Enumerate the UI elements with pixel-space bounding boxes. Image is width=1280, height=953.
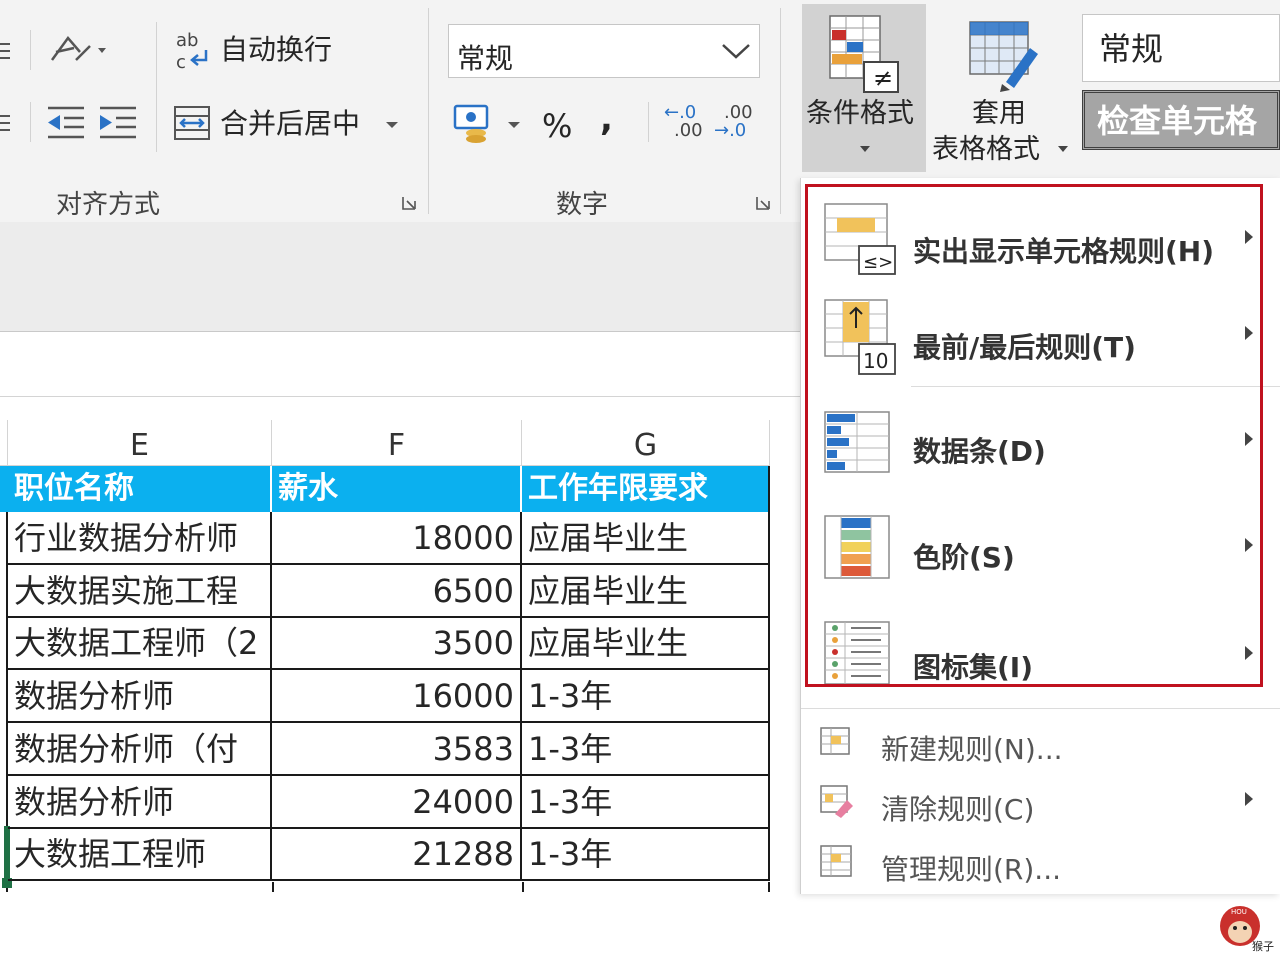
- chevron-down-icon[interactable]: [721, 43, 751, 61]
- highlight-annotation-box: [805, 184, 1263, 687]
- cell-years[interactable]: 应届毕业生: [522, 564, 770, 618]
- column-header-f[interactable]: F: [272, 420, 522, 466]
- cell-salary[interactable]: 16000: [272, 670, 522, 724]
- menu-item-new-rule[interactable]: 新建规则(N)...: [801, 714, 1280, 772]
- separator: [648, 102, 649, 142]
- chevron-down-icon: [860, 146, 870, 152]
- formula-bar[interactable]: [0, 333, 810, 397]
- cell-salary[interactable]: 3583: [272, 722, 522, 776]
- cell-years[interactable]: 1-3年: [522, 775, 770, 829]
- manage-rules-icon: [820, 845, 852, 877]
- column-header-g[interactable]: G: [522, 420, 770, 466]
- header-cell-years[interactable]: 工作年限要求: [522, 466, 770, 512]
- header-cell-partial[interactable]: [0, 466, 8, 512]
- cell-salary[interactable]: 6500: [272, 564, 522, 618]
- cell-salary[interactable]: 18000: [272, 512, 522, 565]
- cell-style-check-cell-label: 检查单元格: [1097, 102, 1258, 140]
- format-as-table-icon: [969, 21, 1038, 92]
- menu-item-manage-rules[interactable]: 管理规则(R)...: [801, 834, 1280, 892]
- separator: [30, 30, 31, 70]
- grid-spacer: [0, 398, 810, 420]
- cell-style-normal[interactable]: 常规: [1082, 14, 1280, 82]
- cell-years[interactable]: 1-3年: [522, 670, 770, 724]
- align-left-icon[interactable]: [0, 40, 14, 64]
- conditional-formatting-button[interactable]: ≠ 条件格式: [802, 4, 926, 172]
- menu-item-new-rule-label: 新建规则(N)...: [881, 733, 1063, 766]
- group-separator: [780, 8, 781, 214]
- increase-indent-icon[interactable]: [96, 104, 142, 142]
- text-orientation-icon[interactable]: [44, 30, 110, 70]
- submenu-arrow-icon: [1245, 792, 1253, 806]
- watermark-text: 猴子: [1252, 940, 1274, 953]
- wrap-text-button[interactable]: 自动换行: [220, 36, 332, 64]
- chevron-down-icon[interactable]: [384, 120, 400, 130]
- cell-years[interactable]: 1-3年: [522, 828, 770, 882]
- watermark-logo: HOU 猴子: [1216, 900, 1276, 953]
- cell-years[interactable]: 1-3年: [522, 722, 770, 776]
- menu-item-manage-rules-label: 管理规则(R)...: [881, 853, 1062, 886]
- ribbon-collapsed-area: [0, 222, 810, 332]
- svg-text:HOU: HOU: [1231, 908, 1247, 916]
- cell-title[interactable]: 大数据实施工程: [8, 564, 272, 618]
- wrap-text-icon: ab c: [176, 30, 208, 72]
- chevron-down-icon: [1058, 146, 1068, 152]
- cell-title[interactable]: 大数据工程师（2: [8, 617, 272, 671]
- percent-button[interactable]: %: [542, 110, 572, 142]
- format-as-table-label-line1: 套用: [972, 98, 1026, 129]
- accounting-format-icon[interactable]: [452, 102, 498, 146]
- cell-title[interactable]: 数据分析师: [8, 775, 272, 829]
- cell-title[interactable]: 数据分析师（付: [8, 722, 272, 776]
- dialog-launcher-icon[interactable]: [756, 196, 770, 210]
- cell-salary[interactable]: 3500: [272, 617, 522, 671]
- number-group-label: 数字: [556, 190, 609, 220]
- merge-center-icon: [174, 106, 210, 140]
- cell-style-check-cell[interactable]: 检查单元格: [1082, 90, 1280, 150]
- chevron-down-icon[interactable]: [506, 120, 522, 130]
- decrease-decimal-bottom: →.0: [714, 120, 747, 141]
- header-cell-salary[interactable]: 薪水: [272, 466, 522, 512]
- cell-years[interactable]: 应届毕业生: [522, 617, 770, 671]
- clear-rules-icon: [820, 785, 853, 818]
- conditional-formatting-icon: ≠: [829, 15, 899, 93]
- separator: [156, 22, 157, 152]
- menu-separator: [801, 708, 1280, 709]
- merge-center-button[interactable]: 合并后居中: [220, 110, 360, 138]
- cell-title[interactable]: 大数据工程师: [8, 828, 272, 882]
- number-format-dropdown[interactable]: 常规: [448, 24, 760, 78]
- dialog-launcher-icon[interactable]: [402, 196, 416, 210]
- cell-style-normal-label: 常规: [1099, 30, 1164, 68]
- new-rule-icon: [820, 727, 850, 755]
- cell-salary[interactable]: 21288: [272, 828, 522, 882]
- format-as-table-label-line2: 表格格式: [932, 134, 1040, 165]
- separator: [30, 102, 31, 142]
- align-justify-icon[interactable]: [0, 112, 14, 136]
- partial-row: [8, 882, 770, 892]
- alignment-group-label: 对齐方式: [56, 190, 161, 220]
- excel-window: ab c 自动换行 合并后居中 对齐方式 常规 % , ←.0 .00 .00 …: [0, 0, 1280, 953]
- column-header-e[interactable]: E: [8, 420, 272, 466]
- number-format-value: 常规: [457, 42, 514, 75]
- decrease-indent-icon[interactable]: [44, 104, 90, 142]
- svg-text:ab: ab: [176, 30, 198, 51]
- column-header-d[interactable]: [0, 420, 8, 466]
- format-as-table-button[interactable]: 套用 表格格式: [930, 4, 1076, 172]
- cell-title[interactable]: 行业数据分析师: [8, 512, 272, 565]
- header-cell-title[interactable]: 职位名称: [8, 466, 272, 512]
- svg-text:≠: ≠: [873, 64, 893, 92]
- comma-style-button[interactable]: ,: [600, 102, 613, 136]
- decrease-decimal-button[interactable]: .00 →.0: [714, 104, 758, 144]
- cell-title[interactable]: 数据分析师: [8, 670, 272, 724]
- increase-decimal-button[interactable]: ←.0 .00: [664, 104, 704, 144]
- increase-decimal-bottom: .00: [674, 120, 703, 141]
- conditional-formatting-label: 条件格式: [806, 98, 914, 129]
- cell-salary[interactable]: 24000: [272, 775, 522, 829]
- cell-years[interactable]: 应届毕业生: [522, 512, 770, 565]
- menu-item-clear-rules[interactable]: 清除规则(C): [801, 774, 1280, 832]
- svg-text:c: c: [176, 52, 186, 72]
- group-separator: [428, 8, 429, 214]
- menu-item-clear-rules-label: 清除规则(C): [881, 793, 1035, 826]
